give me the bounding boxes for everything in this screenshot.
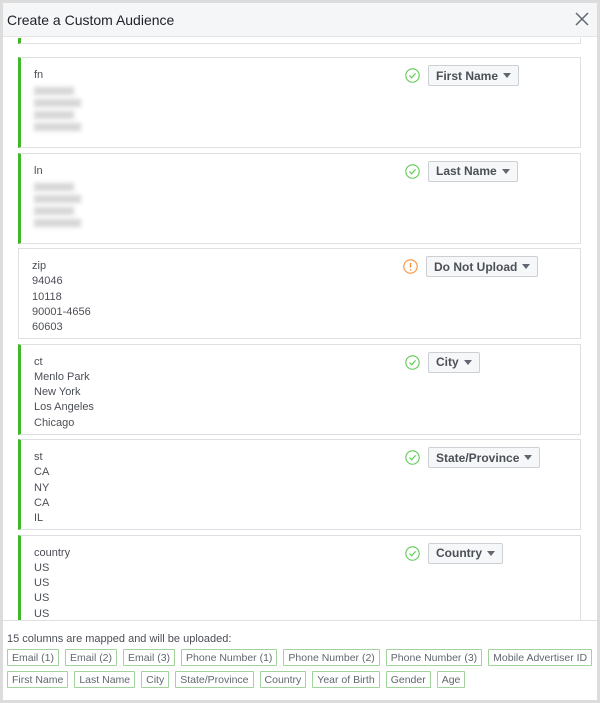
mapped-column-tag: Email (2) [65,649,118,666]
mapped-column-tag: State/Province [175,671,254,688]
mapping-dropdown-label: State/Province [436,450,520,465]
mapped-column-tag: Last Name [74,671,136,688]
close-icon[interactable] [573,10,591,28]
column-mapping-list[interactable]: fn First Name ln Last Name zip 94046 10118 9000… [3,38,597,620]
column-samples: fn [34,68,81,135]
mapped-column-tag: First Name [7,671,69,688]
sample-value: IL [34,512,44,525]
sample-value: CA [34,466,50,479]
check-icon [405,450,420,465]
mapping-dropdown[interactable]: Do Not Upload [426,256,539,277]
column-card-ct: ct Menlo Park New York Los Angeles Chicago Ci… [18,343,581,435]
blurred-sample-value [34,182,74,191]
sample-value: 10118 [32,290,62,303]
column-header: country [34,546,71,559]
column-header: zip [32,260,47,272]
caret-down-icon [503,73,512,78]
caret-down-icon [524,455,533,460]
column-card-ln: ln Last Name [18,152,581,244]
mapping-dropdown[interactable]: Last Name [428,160,518,182]
column-header: st [34,451,43,463]
blurred-sample-value [34,123,81,132]
blurred-sample-value [34,218,81,227]
sample-value: CA [34,496,50,509]
mapping-dropdown-label: Do Not Upload [434,259,518,274]
caret-down-icon [522,264,531,269]
mapping-dropdown-label: First Name [436,68,499,83]
mapped-column-tag: Age [436,671,466,688]
mapped-column-tag: Email (3) [123,649,176,666]
sample-value: US [34,592,50,605]
sample-value: Los Angeles [34,401,94,414]
check-icon [405,163,420,179]
column-samples: ct Menlo Park New York Los Angeles Chicago [34,355,94,431]
mapping-dropdown-label: Country [436,546,482,560]
sample-value: 94046 [32,275,63,288]
mapping-dropdown-label: Last Name [436,164,497,178]
blurred-sample-value [34,206,74,215]
mapped-column-tag: Country [259,671,307,688]
dialog-header: Create a Custom Audience [3,3,597,37]
sample-value: US [34,561,50,574]
mapped-column-tag: City [141,671,170,688]
column-header: ln [34,164,43,177]
mapping-dropdown[interactable]: City [428,351,480,373]
blurred-sample-value [34,87,74,96]
column-card-st: st CA NY CA IL State/Province [18,439,581,530]
mapping-dropdown[interactable]: Country [428,542,503,564]
column-samples: st CA NY CA IL [34,450,49,526]
sample-value: US [34,607,50,620]
warning-icon [403,259,418,274]
sample-value: NY [34,481,50,494]
mapping-dropdown-label: City [436,355,459,369]
mapping-dropdown[interactable]: State/Province [428,447,541,468]
mapped-columns-tags: Email (1) Email (2) Email (3) Phone Number … [7,649,597,688]
blurred-sample-value [34,111,74,120]
summary-text: 15 columns are mapped and will be upload… [7,633,232,645]
mapped-column-tag: Phone Number (2) [283,649,380,666]
caret-down-icon [487,550,495,556]
column-samples: country US US US US [34,546,70,621]
caret-down-icon [501,168,510,174]
mapped-column-tag: Email (1) [7,649,60,666]
column-samples: zip 94046 10118 90001-4656 60603 [32,259,91,335]
mapping-dropdown[interactable]: First Name [428,65,520,86]
caret-down-icon [463,359,472,365]
blurred-sample-value [34,194,81,203]
sample-value: Menlo Park [34,370,90,383]
column-card-fn: fn First Name [18,57,581,148]
column-card-previous [18,38,581,44]
check-icon [405,545,420,561]
mapped-column-tag: Year of Birth [312,671,380,688]
custom-audience-dialog: Create a Custom Audience fn First Name ln L… [3,3,597,700]
column-card-country: country US US US US Country [18,534,581,621]
check-icon [405,354,420,370]
mapped-column-tag: Mobile Advertiser ID [488,649,593,666]
mapped-column-tag: Gender [385,671,431,688]
mapped-column-tag: Phone Number (1) [181,649,278,666]
mapping-summary: 15 columns are mapped and will be upload… [3,620,597,700]
blurred-sample-value [34,99,81,108]
column-samples: ln [34,164,81,231]
sample-value: 60603 [32,321,63,334]
check-icon [405,68,420,83]
sample-value: 90001-4656 [32,305,91,318]
sample-value: Chicago [34,416,75,429]
dialog-title: Create a Custom Audience [7,11,175,28]
column-header: fn [34,69,44,81]
sample-value: New York [34,386,81,399]
mapped-column-tag: Phone Number (3) [385,649,483,666]
column-header: ct [34,355,43,368]
column-card-zip: zip 94046 10118 90001-4656 60603 Do Not Uploa… [18,248,581,339]
sample-value: US [34,577,50,590]
